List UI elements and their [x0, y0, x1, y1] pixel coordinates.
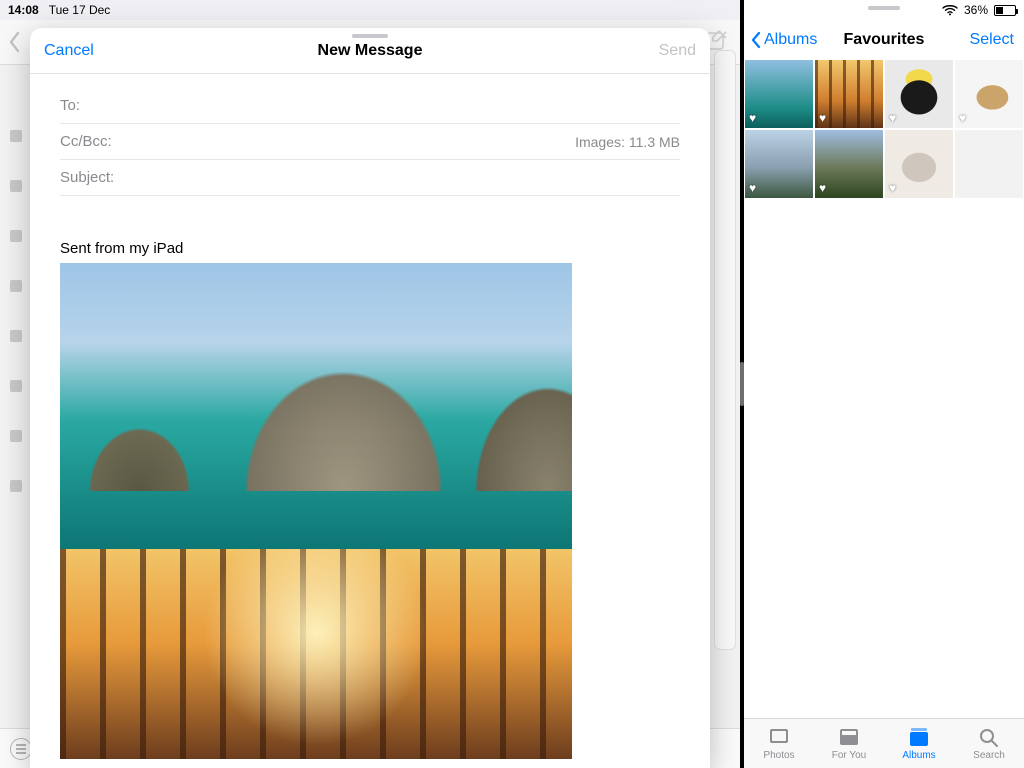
albums-tab-icon — [907, 726, 931, 748]
battery-percentage: 36% — [964, 3, 988, 17]
compose-sheet: Cancel New Message Send To: Cc/Bcc: Imag… — [30, 28, 710, 768]
status-date: Tue 17 Dec — [49, 3, 111, 17]
send-button[interactable]: Send — [659, 42, 696, 60]
battery-fill — [996, 7, 1003, 14]
photos-title: Favourites — [844, 31, 925, 49]
mail-app-pane: 14:08 Tue 17 Dec Cancel New Message Send — [0, 0, 740, 768]
battery-icon — [994, 5, 1016, 16]
heart-icon: ♥ — [749, 111, 756, 125]
select-button[interactable]: Select — [970, 31, 1014, 49]
search-tab-icon — [977, 726, 1001, 748]
compose-body: To: Cc/Bcc: Images: 11.3 MB Subject: — [30, 74, 710, 768]
mail-list-hints — [10, 130, 24, 492]
heart-icon: ♥ — [959, 111, 966, 125]
favourites-grid: ♥ ♥ ♥ ♥ ♥ ♥ ♥ — [744, 60, 1024, 198]
email-signature[interactable]: Sent from my iPad — [60, 240, 680, 257]
tab-photos[interactable]: Photos — [744, 719, 814, 768]
heart-icon: ♥ — [889, 111, 896, 125]
ccbcc-label: Cc/Bcc: — [60, 133, 145, 150]
images-size-indicator: Images: 11.3 MB — [575, 134, 680, 150]
tab-for-you[interactable]: For You — [814, 719, 884, 768]
attachment-image-2[interactable] — [60, 549, 572, 759]
favourite-thumb-2[interactable]: ♥ — [815, 60, 883, 128]
photos-nav: Albums Favourites Select — [744, 20, 1024, 60]
ccbcc-row[interactable]: Cc/Bcc: Images: 11.3 MB — [60, 124, 680, 160]
compose-nav: Cancel New Message Send — [30, 28, 710, 74]
albums-back-label: Albums — [764, 31, 817, 49]
favourite-thumb-empty — [955, 130, 1023, 198]
foryou-tab-icon — [837, 726, 861, 748]
status-bar-right: 36% — [744, 0, 1024, 20]
heart-icon: ♥ — [819, 111, 826, 125]
status-time: 14:08 — [8, 3, 39, 17]
attachments-area[interactable] — [60, 263, 572, 759]
chevron-left-icon — [750, 31, 762, 49]
to-row[interactable]: To: — [60, 88, 680, 124]
split-view-divider[interactable] — [740, 0, 744, 768]
favourite-thumb-4[interactable]: ♥ — [955, 60, 1023, 128]
compose-title: New Message — [318, 42, 423, 60]
wifi-icon — [942, 4, 958, 16]
heart-icon: ♥ — [819, 181, 826, 195]
heart-icon: ♥ — [889, 181, 896, 195]
attachment-image-1[interactable] — [60, 263, 572, 549]
photos-tabbar: Photos For You Albums Search — [744, 718, 1024, 768]
to-label: To: — [60, 97, 145, 114]
photos-tab-icon — [767, 726, 791, 748]
favourite-thumb-5[interactable]: ♥ — [745, 130, 813, 198]
photos-app-pane: 36% Albums Favourites Select ♥ ♥ ♥ ♥ ♥ ♥… — [744, 0, 1024, 768]
background-card — [714, 50, 736, 650]
heart-icon: ♥ — [749, 181, 756, 195]
subject-label: Subject: — [60, 169, 145, 186]
status-bar-left: 14:08 Tue 17 Dec — [0, 0, 740, 20]
tab-albums[interactable]: Albums — [884, 719, 954, 768]
split-view-handle[interactable] — [740, 362, 744, 406]
tab-search[interactable]: Search — [954, 719, 1024, 768]
subject-row[interactable]: Subject: — [60, 160, 680, 196]
favourite-thumb-6[interactable]: ♥ — [815, 130, 883, 198]
slideover-grabber[interactable] — [868, 6, 900, 10]
favourite-thumb-7[interactable]: ♥ — [885, 130, 953, 198]
favourite-thumb-1[interactable]: ♥ — [745, 60, 813, 128]
filter-icon — [10, 738, 32, 760]
albums-back-button[interactable]: Albums — [750, 31, 817, 49]
favourite-thumb-3[interactable]: ♥ — [885, 60, 953, 128]
cancel-button[interactable]: Cancel — [44, 42, 94, 60]
back-chevron-icon — [6, 29, 24, 55]
